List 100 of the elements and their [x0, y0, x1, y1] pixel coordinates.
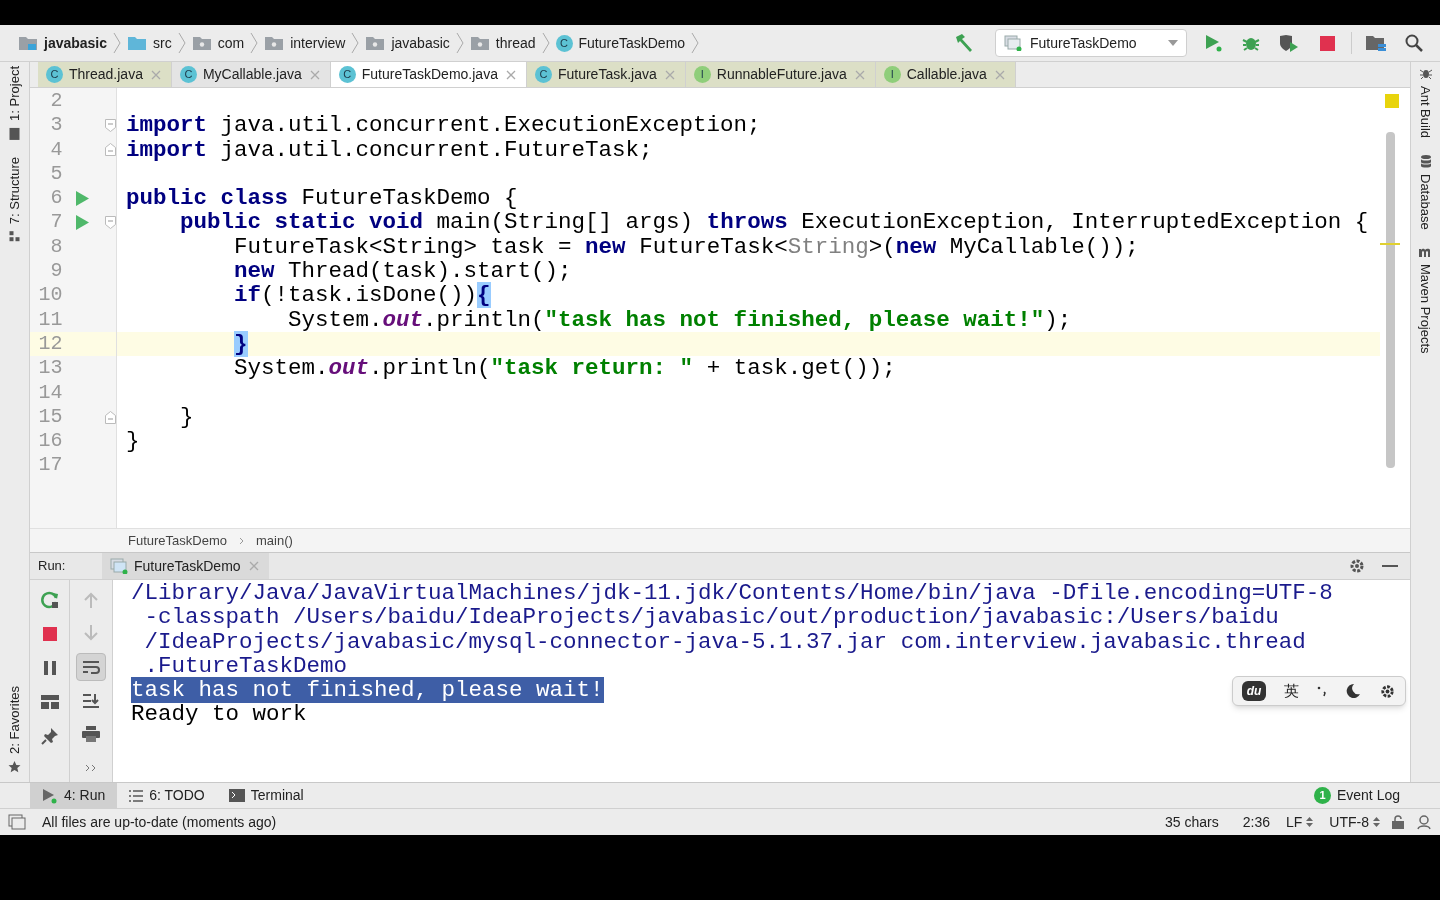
run-configuration-dropdown[interactable]: FutureTaskDemo: [995, 29, 1187, 57]
editor-tab[interactable]: I Callable.java: [875, 62, 1016, 87]
line-number: 11: [37, 307, 63, 332]
chevron-icon: [177, 32, 186, 54]
punctuation-icon[interactable]: [1317, 685, 1327, 697]
chevron-icon: [691, 32, 700, 54]
code-line: public class FutureTaskDemo {: [126, 185, 518, 212]
console-line: /IdeaProjects/javabasic/mysql-connector-java-5.1.37.jar com.interview.javabasic.thread: [143, 628, 1306, 655]
folder-icon: [264, 35, 285, 51]
fold-icon[interactable]: [105, 143, 116, 157]
inspector-icon[interactable]: [1416, 814, 1432, 830]
run-icon[interactable]: [75, 190, 89, 206]
line-number: 17: [37, 453, 63, 478]
minimize-icon[interactable]: [1382, 564, 1398, 568]
stop-icon: [42, 627, 57, 641]
language-toggle[interactable]: 英: [1284, 679, 1299, 703]
class-icon: C: [46, 66, 63, 83]
breadcrumb-item[interactable]: src: [121, 32, 178, 54]
star-icon: [7, 760, 22, 774]
event-log-button[interactable]: 1 Event Log: [1313, 783, 1400, 808]
tool-window-button[interactable]: Ant Build: [1407, 66, 1440, 139]
code-line: }: [126, 428, 140, 455]
line-number: 4: [49, 137, 63, 162]
breadcrumb-item[interactable]: C FutureTaskDemo: [549, 32, 692, 54]
editor-tab[interactable]: C FutureTask.java: [526, 62, 686, 87]
lock-icon[interactable]: [1392, 815, 1404, 829]
window-icon: [1004, 35, 1022, 51]
fold-icon[interactable]: [105, 216, 116, 230]
printer-icon: [82, 726, 100, 743]
breadcrumb-item[interactable]: javabasic: [12, 32, 114, 54]
line-separator[interactable]: LF: [1286, 811, 1314, 833]
editor-tab[interactable]: C MyCallable.java: [171, 62, 331, 87]
line-number: 5: [49, 161, 63, 187]
breadcrumb-item[interactable]: thread: [463, 32, 542, 54]
chevron-icon: [351, 32, 360, 54]
chevron-icon: [455, 32, 464, 54]
list-icon: [129, 789, 144, 802]
run-icon: [1204, 34, 1222, 52]
hammer-icon[interactable]: [953, 33, 975, 53]
breadcrumb-item[interactable]: main(): [256, 530, 293, 551]
code-line: import java.util.concurrent.ExecutionException;: [126, 112, 761, 139]
folder-icon: [18, 35, 38, 51]
search-icon: [1405, 34, 1423, 52]
class-icon: C: [338, 66, 356, 83]
editor-tab[interactable]: C Thread.java: [38, 62, 172, 87]
line-number: 3: [49, 113, 63, 138]
folder-grid-icon: [1365, 34, 1387, 52]
run-panel-title: Run:: [37, 557, 67, 576]
line-number: 8: [49, 234, 63, 260]
settings-icon[interactable]: [1348, 557, 1366, 575]
console-line: .FutureTaskDemo: [143, 652, 348, 679]
panel-toggle-icon[interactable]: [8, 814, 26, 830]
editor-tab[interactable]: C FutureTaskDemo.java: [330, 62, 527, 87]
tool-window-tab[interactable]: 4: Run: [30, 783, 118, 808]
settings-icon[interactable]: [1379, 682, 1396, 700]
tool-window-button[interactable]: Maven Projects: [1407, 245, 1440, 354]
fold-icon[interactable]: [105, 118, 116, 132]
tool-window-button[interactable]: 1: Project: [0, 66, 33, 141]
tool-window-button[interactable]: Database: [1407, 154, 1440, 230]
line-number: 6: [49, 186, 63, 211]
run-icon[interactable]: [75, 215, 89, 231]
code-line: FutureTask<String> task = new FutureTask<String>(new MyCallable());: [233, 233, 1139, 260]
class-icon: C: [534, 66, 552, 83]
chevron-icon: [250, 32, 259, 54]
fold-icon[interactable]: [105, 410, 116, 424]
soft-wrap-button[interactable]: [76, 653, 106, 681]
moon-icon[interactable]: [1345, 683, 1361, 699]
stop-icon: [1319, 35, 1335, 51]
line-number: 12: [37, 331, 63, 357]
caret-position[interactable]: 2:36: [1242, 811, 1270, 833]
chevron-icon: [239, 536, 244, 545]
notification-badge: 1: [1313, 787, 1331, 804]
updown-icon: [1306, 817, 1314, 827]
selection-count: 35 chars: [1165, 812, 1219, 832]
breadcrumb-item[interactable]: FutureTaskDemo: [128, 530, 227, 551]
line-number: 10: [37, 283, 63, 308]
tool-window-tab[interactable]: 6: TODO: [117, 783, 217, 808]
file-encoding[interactable]: UTF-8: [1329, 811, 1380, 833]
warning-marker: [1380, 243, 1400, 245]
pause-icon: [43, 661, 56, 675]
line-number: 16: [37, 429, 63, 454]
breadcrumb-item[interactable]: javabasic: [359, 32, 456, 54]
code-line: public static void main(String[] args) throws ExecutionException, InterruptedException {: [179, 209, 1369, 236]
editor-tab[interactable]: I RunnableFuture.java: [685, 62, 876, 87]
tool-window-button[interactable]: 7: Structure: [0, 156, 33, 243]
code-line: if(!task.isDone()){: [233, 282, 491, 309]
code-line: System.out.println("task return: " + task.get());: [233, 355, 896, 382]
class-icon: C: [555, 34, 573, 52]
status-marker: [1385, 94, 1399, 108]
run-tab[interactable]: FutureTaskDemo: [102, 553, 269, 579]
scrollbar-thumb[interactable]: [1386, 132, 1395, 468]
database-icon: [1418, 154, 1433, 169]
tool-window-button[interactable]: 2: Favorites: [0, 686, 33, 774]
line-number: 15: [37, 404, 63, 430]
updown-icon: [1373, 817, 1380, 827]
breadcrumb-item[interactable]: com: [185, 32, 251, 54]
tool-window-tab[interactable]: Terminal: [216, 783, 316, 808]
ime-logo[interactable]: du: [1242, 681, 1266, 701]
breadcrumb-item[interactable]: interview: [258, 32, 352, 54]
run-icon: [42, 787, 58, 804]
